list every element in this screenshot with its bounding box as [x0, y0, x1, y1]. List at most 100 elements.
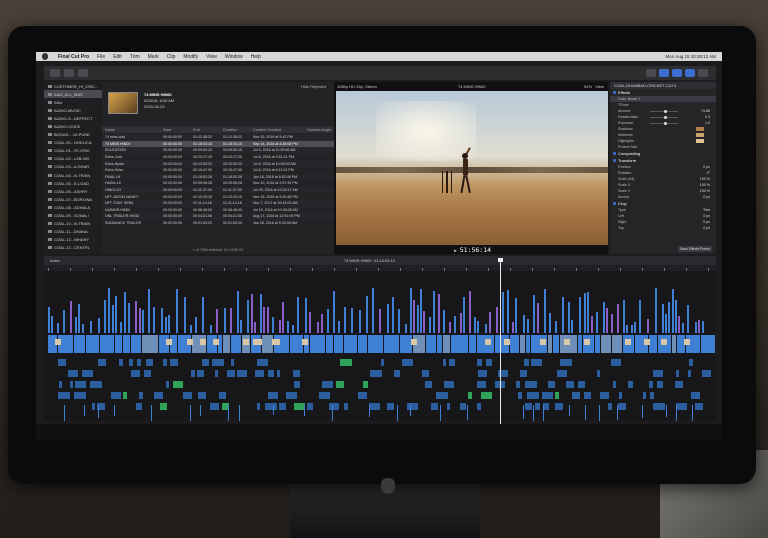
- timeline-clip[interactable]: [611, 359, 621, 366]
- menu-edit[interactable]: Edit: [113, 54, 122, 60]
- effects-section[interactable]: Effects: [610, 89, 716, 96]
- timeline-clip[interactable]: [533, 405, 534, 421]
- timeline-clip[interactable]: [477, 321, 479, 333]
- timeline-clip[interactable]: [329, 403, 339, 410]
- crop-top-row[interactable]: Top 0 px: [610, 225, 716, 231]
- timeline-clip[interactable]: [165, 317, 167, 333]
- timeline-clip[interactable]: [379, 309, 381, 333]
- timeline-clip[interactable]: [585, 405, 586, 420]
- timeline-clip[interactable]: [332, 405, 333, 421]
- timeline-clip[interactable]: [642, 405, 643, 418]
- titles-icon[interactable]: [78, 69, 88, 77]
- timeline-clip[interactable]: [334, 335, 343, 353]
- sidebar-item[interactable]: COAL-09...SONALI: [44, 212, 102, 220]
- timeline-clip[interactable]: [469, 291, 471, 333]
- timeline-clip[interactable]: [477, 381, 486, 388]
- timeline-clip[interactable]: [187, 339, 193, 345]
- timeline-clip[interactable]: [623, 300, 625, 333]
- timeline-clip[interactable]: [662, 304, 664, 333]
- timeline-clip[interactable]: [692, 405, 693, 421]
- timeline-clip[interactable]: [358, 392, 367, 399]
- table-row[interactable]: HINDI-VO 00:00:00:00 01:11:37:00 01:11:37:0…: [102, 186, 334, 194]
- timeline-clip[interactable]: [407, 403, 418, 410]
- timeline-clip[interactable]: [344, 307, 346, 333]
- timeline-clip[interactable]: [230, 308, 232, 333]
- anchor-row[interactable]: Anchor 0 px: [610, 194, 716, 200]
- timeline-clip[interactable]: [596, 312, 598, 333]
- timeline-clip[interactable]: [277, 370, 280, 377]
- timeline-clip[interactable]: [443, 335, 450, 353]
- timeline-clip[interactable]: [64, 405, 65, 421]
- timeline-clip[interactable]: [516, 381, 520, 388]
- timeline-clip[interactable]: [124, 292, 126, 333]
- timeline-clip[interactable]: [451, 335, 468, 353]
- timeline-clip[interactable]: [384, 335, 399, 353]
- timeline-clip[interactable]: [340, 359, 352, 366]
- timeline-clip[interactable]: [555, 321, 557, 333]
- timeline-clip[interactable]: [468, 392, 472, 399]
- timeline-clip[interactable]: [58, 359, 66, 366]
- timeline-clip[interactable]: [606, 308, 608, 333]
- timeline-clip[interactable]: [454, 316, 456, 333]
- timeline-clip[interactable]: [333, 291, 335, 333]
- timeline-clip[interactable]: [139, 308, 141, 333]
- timeline-clip[interactable]: [115, 296, 117, 333]
- timeline-clip[interactable]: [176, 289, 178, 333]
- timeline-clip[interactable]: [639, 300, 641, 333]
- sidebar-item[interactable]: COAL-00...HOKLICA: [44, 139, 102, 147]
- browser-toggle-icon[interactable]: [659, 69, 669, 77]
- timeline-clip[interactable]: [626, 325, 628, 333]
- timeline-clip[interactable]: [608, 403, 612, 410]
- sidebar-item[interactable]: COAL-07...BOROWA: [44, 195, 102, 203]
- timeline-clip[interactable]: [676, 403, 687, 410]
- timeline-clip[interactable]: [336, 381, 344, 388]
- timeline-clip[interactable]: [572, 392, 580, 399]
- timeline-clip[interactable]: [525, 381, 537, 388]
- timeline-clip[interactable]: [672, 335, 676, 353]
- transform-section[interactable]: Transform: [610, 157, 716, 164]
- timeline-clip[interactable]: [86, 335, 99, 353]
- timeline-clip[interactable]: [701, 335, 715, 353]
- timeline-clip[interactable]: [518, 392, 522, 399]
- timeline-clip[interactable]: [433, 291, 435, 333]
- timeline-clip[interactable]: [257, 359, 268, 366]
- timeline-clip[interactable]: [555, 392, 559, 399]
- timeline-clip[interactable]: [224, 308, 226, 333]
- timeline-clip[interactable]: [420, 289, 422, 333]
- timeline-clip[interactable]: [653, 403, 665, 410]
- timeline-clip[interactable]: [591, 316, 593, 333]
- timeline-clip[interactable]: [366, 296, 368, 333]
- inspector-toggle-icon[interactable]: [685, 69, 695, 77]
- timeline-clip[interactable]: [422, 370, 429, 377]
- timeline-clip[interactable]: [474, 317, 476, 333]
- timeline-clip[interactable]: [161, 308, 163, 333]
- timeline-clip[interactable]: [128, 303, 130, 333]
- menu-view[interactable]: View: [206, 54, 217, 60]
- timeline-clip[interactable]: [405, 324, 407, 333]
- timeline-toggle-icon[interactable]: [672, 69, 682, 77]
- timeline-clip[interactable]: [523, 405, 524, 419]
- timeline-clip[interactable]: [625, 339, 631, 345]
- timeline-clip[interactable]: [368, 335, 383, 353]
- timeline-clip[interactable]: [151, 405, 152, 421]
- timeline-clip[interactable]: [520, 370, 527, 377]
- timeline-clip[interactable]: [691, 392, 700, 399]
- timeline-clip[interactable]: [257, 403, 260, 410]
- timeline-clip[interactable]: [617, 405, 618, 420]
- timeline-clip[interactable]: [363, 381, 368, 388]
- timeline-clip[interactable]: [112, 305, 114, 333]
- timeline-clip[interactable]: [601, 335, 611, 353]
- timeline-clip[interactable]: [310, 335, 325, 353]
- timeline-clip[interactable]: [535, 403, 540, 410]
- sidebar-item[interactable]: COAL-12...NIHARY: [44, 236, 102, 244]
- timeline-clip[interactable]: [548, 381, 555, 388]
- timeline-clip[interactable]: [223, 335, 230, 353]
- timeline-clip[interactable]: [443, 310, 445, 333]
- sidebar-item[interactable]: COAL-10...N-TRAIN: [44, 220, 102, 228]
- timeline-clip[interactable]: [678, 316, 680, 333]
- timeline-clip[interactable]: [321, 314, 323, 333]
- timeline-clip[interactable]: [477, 403, 481, 410]
- timeline-clip[interactable]: [98, 318, 100, 333]
- menu-help[interactable]: Help: [251, 54, 261, 60]
- timeline-clip[interactable]: [557, 370, 567, 377]
